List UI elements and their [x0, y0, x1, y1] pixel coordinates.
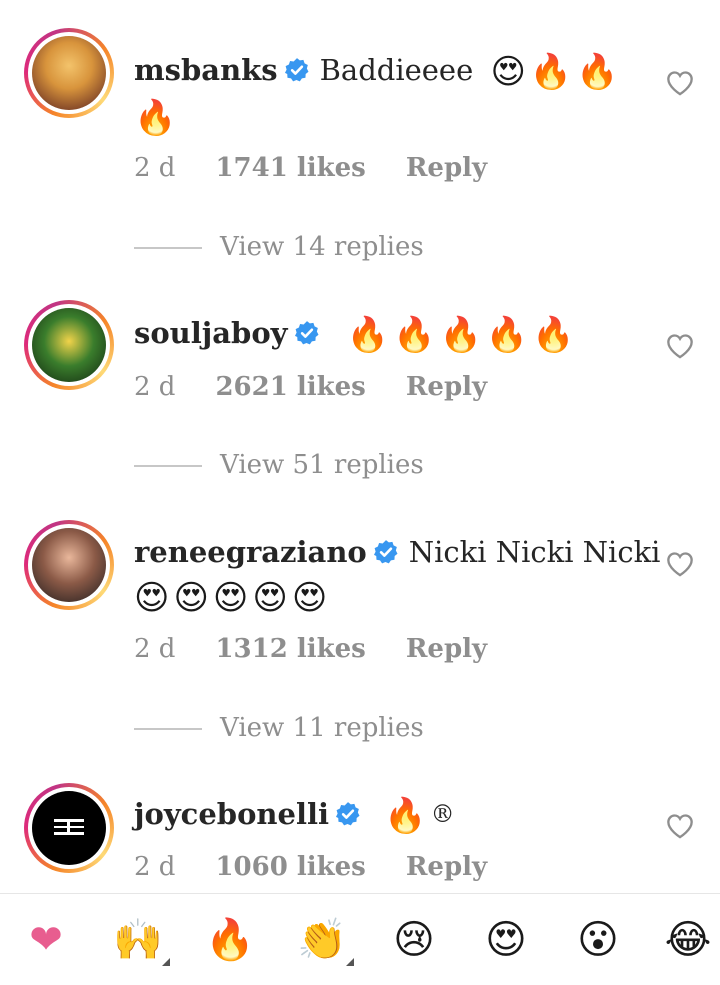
- replies-divider-line: [134, 465, 202, 467]
- comment-meta: 2 d 2621 likes Reply: [134, 372, 527, 402]
- reply-button[interactable]: Reply: [406, 634, 487, 664]
- verified-badge-icon: [294, 321, 319, 345]
- clapping-hands-emoji-icon: 👏: [297, 917, 347, 963]
- raising-hands-emoji-icon: 🙌: [113, 917, 163, 963]
- brand-logo-icon: [54, 818, 84, 835]
- view-replies-label: View 14 replies: [220, 232, 424, 262]
- verified-badge-icon: [335, 802, 360, 826]
- replies-divider-line: [134, 728, 202, 730]
- heart-emoji-button[interactable]: ❤: [16, 912, 76, 968]
- comment-text-line: msbanks Baddieeee 😍 🔥 🔥: [134, 50, 623, 92]
- avatar[interactable]: [24, 28, 114, 118]
- fire-emoji-icon: 🔥: [576, 52, 619, 92]
- replies-divider-line: [134, 247, 202, 249]
- clapping-hands-emoji-button[interactable]: 👏: [292, 912, 354, 968]
- username[interactable]: reneegraziano: [134, 535, 367, 569]
- skin-tone-indicator-icon: [346, 958, 354, 966]
- comment-text-line: souljaboy 🔥 🔥 🔥 🔥 🔥: [134, 313, 578, 355]
- avatar[interactable]: [24, 783, 114, 873]
- comment-text: Nicki Nicki Nicki: [408, 535, 661, 569]
- username[interactable]: joycebonelli: [134, 797, 329, 831]
- username[interactable]: msbanks: [134, 53, 278, 87]
- avatar-image: [32, 791, 106, 865]
- fire-emoji-icon: 🔥: [529, 52, 573, 92]
- reply-button[interactable]: Reply: [406, 153, 487, 183]
- like-heart-icon[interactable]: [666, 333, 694, 359]
- smiling-heart-eyes-emoji-icon: 😍: [252, 578, 288, 618]
- smiling-heart-eyes-emoji-icon: 😍: [490, 52, 526, 92]
- fire-emoji-icon: 🔥: [439, 315, 482, 355]
- quick-emoji-bar: ❤ 🙌 🔥 👏 😢 😍 😮 😂: [0, 894, 720, 985]
- heart-eyes-emoji-button[interactable]: 😍: [476, 912, 536, 968]
- view-replies-button[interactable]: View 14 replies: [134, 232, 424, 262]
- raising-hands-emoji-button[interactable]: 🙌: [108, 912, 170, 968]
- avatar[interactable]: [24, 520, 114, 610]
- like-heart-icon[interactable]: [666, 70, 694, 96]
- likes-count[interactable]: 2621 likes: [215, 372, 365, 402]
- avatar-image: [32, 528, 106, 602]
- likes-count[interactable]: 1741 likes: [215, 153, 365, 183]
- comment-text-line: joycebonelli 🔥 ®: [134, 794, 455, 836]
- comment-meta: 2 d 1060 likes Reply: [134, 852, 527, 882]
- fire-emoji-icon: 🔥: [134, 98, 177, 138]
- smiling-heart-eyes-emoji-icon: 😍: [212, 578, 249, 618]
- comment-text-line-2: 🔥: [134, 96, 180, 138]
- smiling-heart-eyes-emoji-icon: 😍: [291, 578, 328, 618]
- fire-emoji-icon: 🔥: [393, 315, 436, 355]
- tears-of-joy-emoji-button[interactable]: 😂: [658, 912, 718, 968]
- comments-list: msbanks Baddieeee 😍 🔥 🔥 🔥 2 d 1741 likes Repl…: [0, 0, 720, 893]
- avatar-image: [32, 36, 106, 110]
- comment-time: 2 d: [134, 634, 176, 664]
- likes-count[interactable]: 1060 likes: [215, 852, 365, 882]
- comment-meta: 2 d 1312 likes Reply: [134, 634, 527, 664]
- comment-text: ®: [430, 800, 455, 828]
- reply-button[interactable]: Reply: [406, 372, 487, 402]
- fire-emoji-icon: 🔥: [532, 315, 575, 355]
- like-heart-icon[interactable]: [666, 813, 694, 839]
- reply-button[interactable]: Reply: [406, 852, 487, 882]
- fire-emoji-icon: 🔥: [485, 315, 529, 355]
- comment-text-line: reneegraziano Nicki Nicki Nicki: [134, 532, 660, 572]
- verified-badge-icon: [373, 540, 398, 564]
- view-replies-button[interactable]: View 11 replies: [134, 713, 424, 743]
- comment-time: 2 d: [134, 372, 176, 402]
- username[interactable]: souljaboy: [134, 316, 288, 350]
- fire-emoji-icon: 🔥: [384, 796, 427, 836]
- verified-badge-icon: [284, 58, 309, 82]
- crying-face-emoji-button[interactable]: 😢: [384, 912, 444, 968]
- avatar-image: [32, 308, 106, 382]
- comment-time: 2 d: [134, 153, 176, 183]
- smiling-heart-eyes-emoji-icon: 😍: [173, 578, 209, 618]
- comment-time: 2 d: [134, 852, 176, 882]
- like-heart-icon[interactable]: [666, 551, 694, 577]
- avatar[interactable]: [24, 300, 114, 390]
- comment-text-line-2: 😍 😍 😍 😍 😍: [134, 576, 331, 618]
- comment-meta: 2 d 1741 likes Reply: [134, 153, 527, 183]
- fire-emoji-icon: 🔥: [346, 315, 390, 355]
- view-replies-label: View 11 replies: [220, 713, 424, 743]
- surprised-face-emoji-button[interactable]: 😮: [568, 912, 628, 968]
- comment-text: Baddieeee: [319, 53, 474, 87]
- view-replies-label: View 51 replies: [220, 450, 424, 480]
- view-replies-button[interactable]: View 51 replies: [134, 450, 424, 480]
- skin-tone-indicator-icon: [162, 958, 170, 966]
- fire-emoji-button[interactable]: 🔥: [200, 912, 260, 968]
- smiling-heart-eyes-emoji-icon: 😍: [134, 578, 170, 618]
- likes-count[interactable]: 1312 likes: [215, 634, 365, 664]
